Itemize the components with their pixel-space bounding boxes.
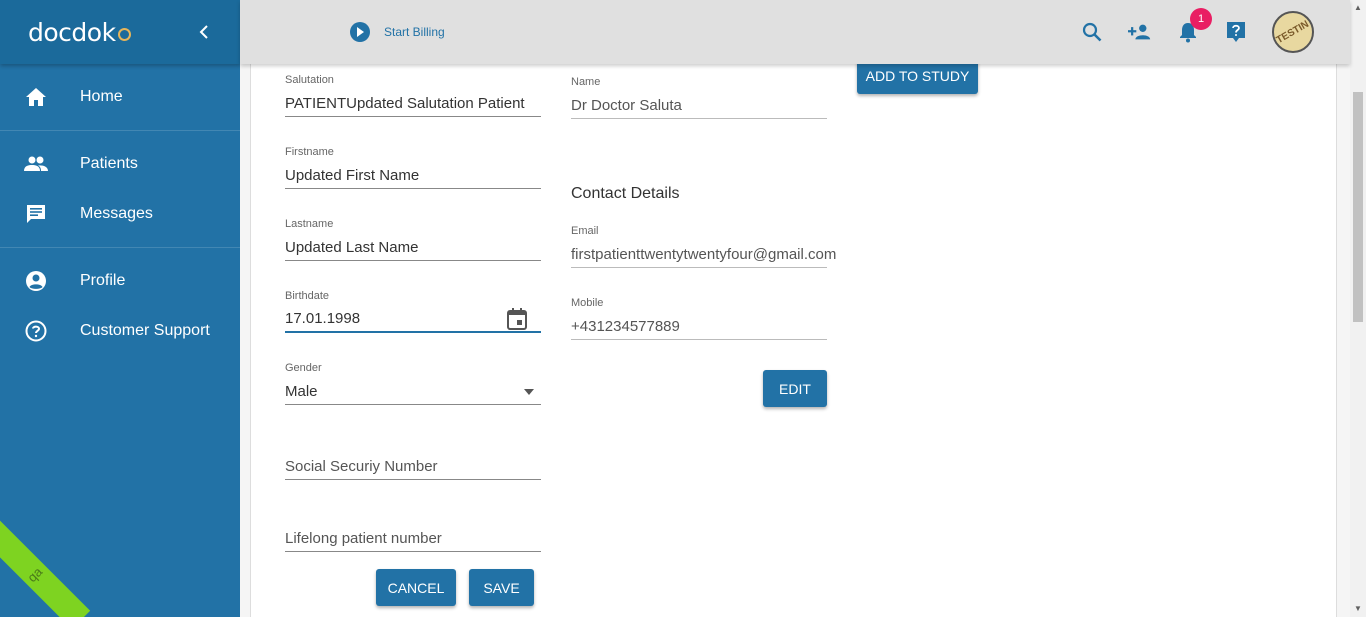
sidebar-item-label: Customer Support	[80, 322, 210, 339]
sidebar-item-label: Profile	[80, 272, 126, 289]
lastname-input[interactable]: Updated Last Name	[285, 235, 541, 261]
page-scrollbar[interactable]: ▲ ▼	[1350, 0, 1366, 617]
salutation-input[interactable]: PATIENTUpdated Salutation Patient	[285, 91, 541, 117]
add-patient-button[interactable]	[1128, 20, 1152, 44]
firstname-label: Firstname	[285, 146, 334, 158]
birthdate-value: 17.01.1998	[285, 310, 361, 327]
start-billing-label: Start Billing	[384, 25, 445, 39]
gender-field[interactable]: Gender Male	[285, 362, 541, 405]
contact-details-title: Contact Details	[571, 185, 680, 202]
app-logo[interactable]: docdok	[28, 18, 131, 47]
scroll-down-icon[interactable]: ▼	[1354, 605, 1362, 613]
logo-mark-icon	[117, 27, 131, 41]
doctor-name-label: Name	[571, 76, 601, 88]
message-icon	[24, 202, 48, 226]
email-value: firstpatienttwentytwentyfour@gmail.com	[571, 245, 837, 263]
mobile-label: Mobile	[571, 297, 604, 309]
edit-contact-button[interactable]: EDIT	[763, 370, 827, 407]
gender-select[interactable]: Male	[285, 379, 541, 405]
collapse-sidebar-button[interactable]	[194, 22, 214, 42]
sidebar: docdok Home Patients Messages Profile Cu…	[0, 0, 240, 617]
avatar-text: TESTIN	[1274, 18, 1312, 46]
birthdate-input[interactable]: 17.01.1998	[285, 307, 541, 333]
person-add-icon	[1128, 24, 1151, 40]
notification-badge: 1	[1190, 8, 1212, 30]
ssn-placeholder: Social Securiy Number	[285, 457, 438, 475]
help-button[interactable]	[1224, 20, 1248, 44]
home-icon	[24, 85, 48, 109]
birthdate-field[interactable]: Birthdate 17.01.1998	[285, 290, 541, 333]
cancel-button-label: CANCEL	[387, 579, 445, 596]
save-button-label: SAVE	[483, 579, 520, 596]
people-icon	[24, 152, 48, 176]
ssn-field[interactable]: Social Securiy Number	[285, 454, 541, 480]
lastname-field[interactable]: Lastname Updated Last Name	[285, 218, 541, 261]
lifelong-number-field[interactable]: Lifelong patient number	[285, 526, 541, 552]
mobile-value-box: +431234577889	[571, 314, 827, 340]
calendar-icon[interactable]	[507, 308, 527, 330]
help-circle-icon	[24, 319, 48, 343]
sidebar-item-label: Messages	[80, 205, 153, 222]
sidebar-item-messages[interactable]: Messages	[0, 189, 240, 239]
nav-group-patients: Patients Messages	[0, 131, 240, 248]
salutation-field[interactable]: Salutation PATIENTUpdated Salutation Pat…	[285, 74, 541, 117]
start-billing-button[interactable]: Start Billing	[350, 22, 445, 42]
lifelong-number-input[interactable]: Lifelong patient number	[285, 526, 541, 552]
sidebar-item-label: Home	[80, 88, 123, 105]
sidebar-item-patients[interactable]: Patients	[0, 139, 240, 189]
scroll-up-icon[interactable]: ▲	[1354, 4, 1362, 12]
gender-value: Male	[285, 382, 318, 400]
email-label: Email	[571, 225, 599, 237]
birthdate-label: Birthdate	[285, 290, 330, 302]
notifications-button[interactable]: 1	[1176, 8, 1212, 44]
lastname-label: Lastname	[285, 218, 334, 230]
scroll-thumb[interactable]	[1353, 92, 1363, 322]
account-circle-icon	[24, 269, 48, 293]
doctor-name-value-box: Dr Doctor Saluta	[571, 93, 827, 119]
email-value-box: firstpatienttwentytwentyfour@gmail.com	[571, 242, 836, 268]
doctor-name-value: Dr Doctor Saluta	[571, 96, 682, 114]
gender-label: Gender	[285, 362, 322, 374]
save-button[interactable]: SAVE	[469, 569, 534, 606]
sidebar-item-profile[interactable]: Profile	[0, 256, 240, 306]
add-to-study-label: ADD TO STUDY	[865, 68, 970, 84]
nav-group-main: Home	[0, 64, 240, 131]
play-icon	[350, 22, 370, 42]
env-ribbon-label: qa	[24, 563, 46, 585]
firstname-value: Updated First Name	[285, 166, 420, 184]
chevron-left-icon	[199, 25, 208, 39]
firstname-field[interactable]: Firstname Updated First Name	[285, 146, 541, 189]
sidebar-item-customer-support[interactable]: Customer Support	[0, 306, 240, 356]
email-field: Email firstpatienttwentytwentyfour@gmail…	[571, 225, 836, 268]
user-avatar[interactable]: TESTIN	[1272, 11, 1314, 53]
topbar: Start Billing 1 TESTIN	[240, 0, 1350, 64]
mobile-value: +431234577889	[571, 317, 680, 335]
search-icon	[1082, 22, 1102, 42]
doctor-name-field: Name Dr Doctor Saluta	[571, 76, 827, 119]
env-ribbon: qa	[0, 518, 91, 617]
edit-contact-label: EDIT	[779, 380, 811, 397]
lastname-value: Updated Last Name	[285, 238, 419, 256]
lifelong-number-placeholder: Lifelong patient number	[285, 529, 442, 547]
firstname-input[interactable]: Updated First Name	[285, 163, 541, 189]
ssn-input[interactable]: Social Securiy Number	[285, 454, 541, 480]
sidebar-header: docdok	[0, 0, 240, 64]
top-actions: 1 TESTIN	[1056, 0, 1314, 64]
salutation-label: Salutation	[285, 74, 334, 86]
mobile-field: Mobile +431234577889	[571, 297, 827, 340]
sidebar-item-home[interactable]: Home	[0, 72, 240, 122]
help-icon	[1227, 22, 1245, 42]
nav-group-account: Profile Customer Support	[0, 248, 240, 364]
search-button[interactable]	[1080, 20, 1104, 44]
logo-text: docdok	[28, 17, 116, 47]
cancel-button[interactable]: CANCEL	[376, 569, 456, 606]
dropdown-arrow-icon	[524, 388, 534, 395]
sidebar-item-label: Patients	[80, 155, 138, 172]
salutation-value: PATIENTUpdated Salutation Patient	[285, 94, 525, 112]
patient-edit-card: Salutation PATIENTUpdated Salutation Pat…	[250, 58, 1337, 617]
